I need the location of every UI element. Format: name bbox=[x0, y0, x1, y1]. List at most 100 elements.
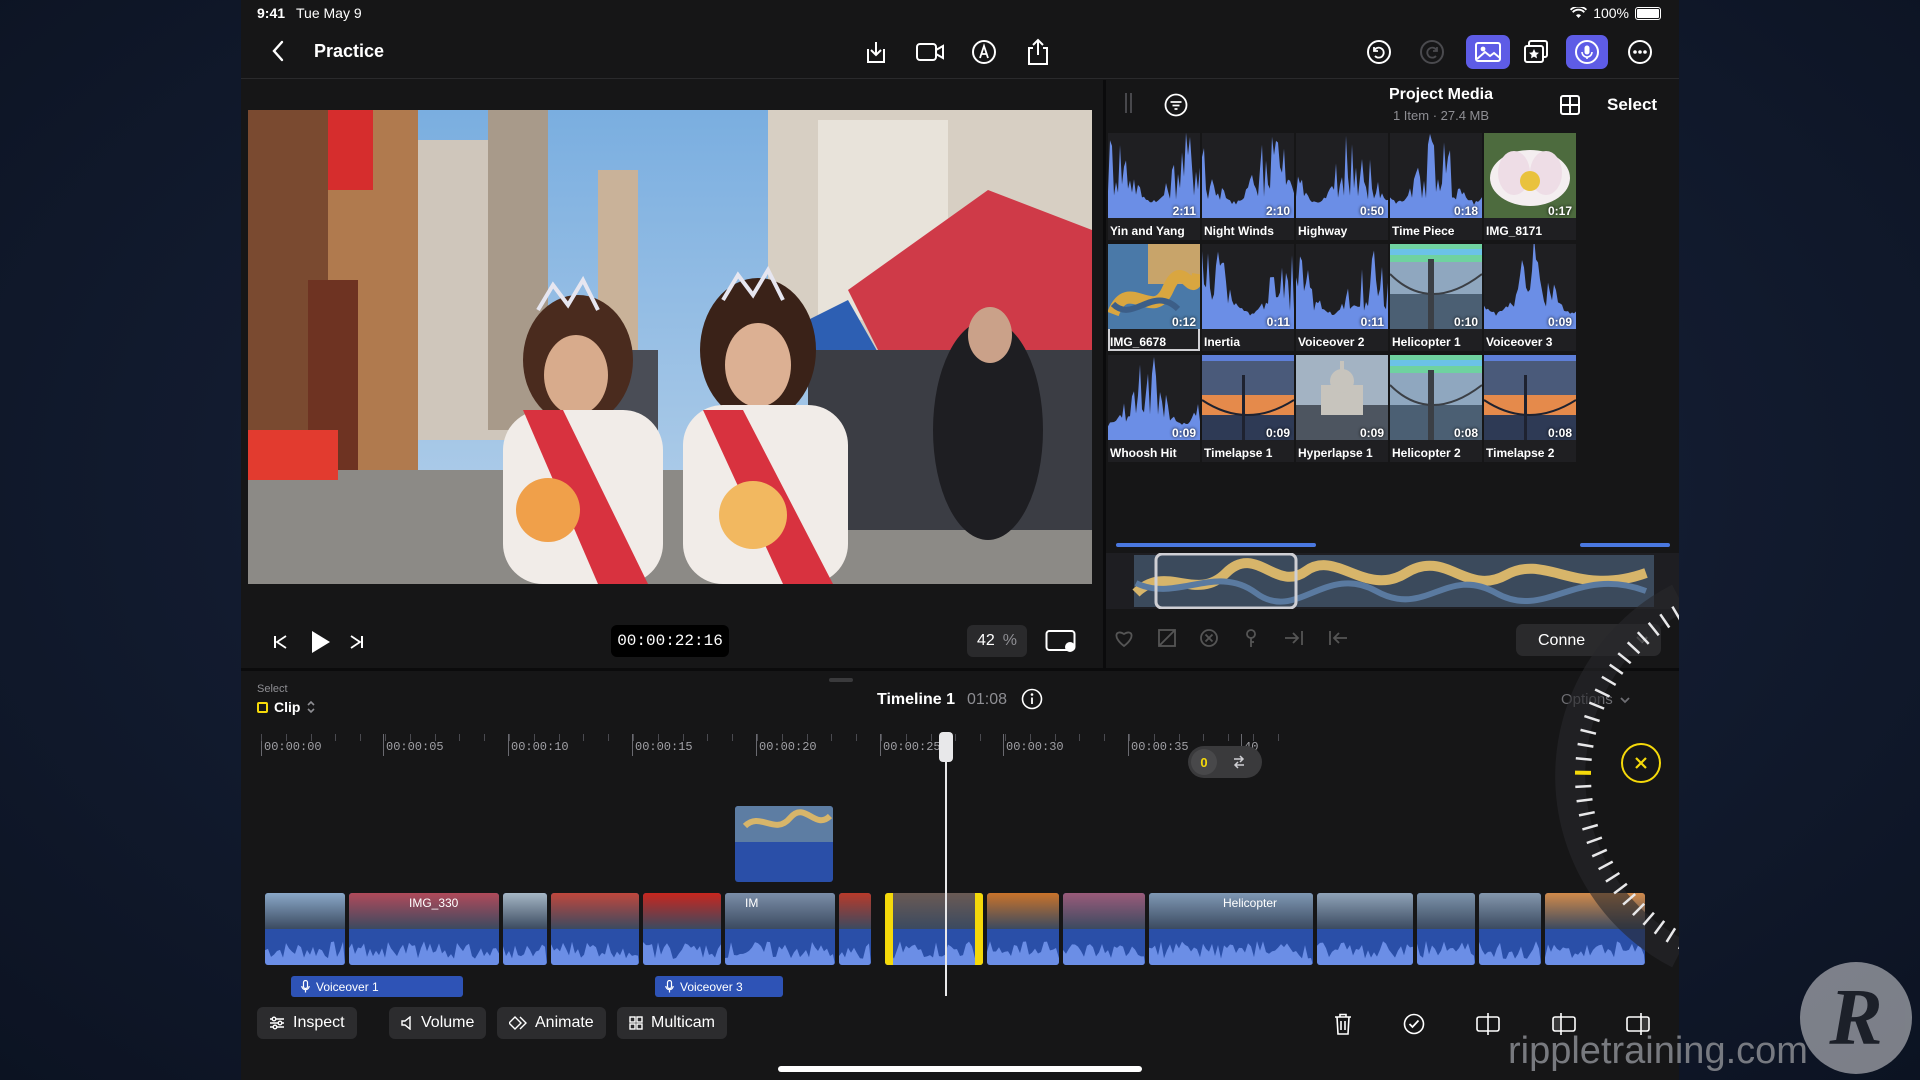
animate-button[interactable]: Animate bbox=[497, 1007, 606, 1039]
timeline-clip[interactable] bbox=[643, 893, 721, 965]
timeline-ruler[interactable]: 00:00:00 00:00:05 00:00:10 00:00:15 00:00:20… bbox=[241, 0, 1679, 756]
zoom-control[interactable]: 42 % bbox=[967, 625, 1027, 657]
media-item[interactable]: 0:09 Whoosh Hit bbox=[1108, 355, 1200, 462]
media-item[interactable]: 0:12 IMG_6678 bbox=[1108, 244, 1200, 351]
timeline-clip[interactable] bbox=[265, 893, 345, 965]
multicam-button[interactable]: Multicam bbox=[617, 1007, 728, 1039]
playhead-handle[interactable] bbox=[939, 732, 953, 762]
keyword-icon[interactable] bbox=[1241, 628, 1261, 648]
volume-button[interactable]: Volume bbox=[389, 1007, 487, 1039]
ruler-minor-tick bbox=[657, 734, 659, 741]
split-button[interactable] bbox=[1473, 1009, 1503, 1039]
content-library-button[interactable] bbox=[1521, 37, 1551, 67]
go-to-end-button[interactable] bbox=[342, 627, 372, 657]
timeline-clip[interactable]: IM bbox=[725, 893, 835, 965]
reject-icon[interactable] bbox=[1157, 628, 1177, 648]
browser-actions bbox=[1113, 628, 1349, 648]
timeline-clip[interactable]: Helicopter bbox=[1149, 893, 1313, 965]
ruler-minor-tick bbox=[1153, 734, 1155, 741]
clip-waveform bbox=[1417, 941, 1475, 965]
select-button[interactable]: Select bbox=[1607, 95, 1657, 115]
timeline-clip[interactable]: IMG_330 bbox=[349, 893, 499, 965]
trim-handle-left[interactable] bbox=[885, 893, 893, 965]
timeline-clip[interactable] bbox=[987, 893, 1059, 965]
media-item[interactable]: 0:09 Timelapse 1 bbox=[1202, 355, 1294, 462]
timeline-grabber[interactable] bbox=[829, 678, 853, 682]
clip-mode-picker[interactable]: Clip bbox=[257, 699, 316, 715]
media-item-name: Whoosh Hit bbox=[1110, 446, 1177, 460]
media-item-name: Voiceover 3 bbox=[1486, 335, 1553, 349]
voiceover-3-clip[interactable]: Voiceover 3 bbox=[655, 976, 783, 997]
speaker-icon bbox=[401, 1016, 411, 1030]
media-item[interactable]: 0:09 Hyperlapse 1 bbox=[1296, 355, 1388, 462]
ruler-minor-tick bbox=[1129, 734, 1130, 741]
media-item[interactable]: 0:08 Timelapse 2 bbox=[1484, 355, 1576, 462]
done-button[interactable] bbox=[1399, 1009, 1429, 1039]
insert-icon[interactable] bbox=[1327, 628, 1349, 648]
connected-clip-thumbnail bbox=[735, 806, 833, 842]
media-item[interactable]: 2:11 Yin and Yang bbox=[1108, 133, 1200, 240]
media-item[interactable]: 0:18 Time Piece bbox=[1390, 133, 1482, 240]
redo-icon bbox=[1420, 40, 1444, 64]
ruler-minor-tick bbox=[1029, 734, 1031, 741]
filter-button[interactable] bbox=[1161, 90, 1191, 120]
media-item[interactable]: 0:11 Inertia bbox=[1202, 244, 1294, 351]
grid-icon bbox=[1560, 95, 1580, 115]
heart-icon[interactable] bbox=[1113, 628, 1135, 648]
keyframe-icon bbox=[509, 1016, 527, 1030]
redo-button[interactable] bbox=[1417, 37, 1447, 67]
go-to-start-button[interactable] bbox=[265, 627, 295, 657]
media-item-name: Timelapse 1 bbox=[1204, 446, 1273, 460]
media-item[interactable]: 0:09 Voiceover 3 bbox=[1484, 244, 1576, 351]
clip-thumbnail bbox=[885, 893, 983, 929]
timeline-clip[interactable] bbox=[1317, 893, 1413, 965]
ruler-minor-tick bbox=[409, 734, 411, 741]
inspector-toggle-button[interactable] bbox=[1566, 35, 1608, 69]
timeline-clip[interactable] bbox=[503, 893, 547, 965]
grid-view-button[interactable] bbox=[1555, 90, 1585, 120]
voiceover-1-clip[interactable]: Voiceover 1 bbox=[291, 976, 463, 997]
delete-button[interactable] bbox=[1328, 1009, 1358, 1039]
more-button[interactable] bbox=[1625, 37, 1655, 67]
connected-clip[interactable] bbox=[735, 806, 833, 882]
timeline-divider[interactable] bbox=[241, 668, 1679, 671]
drag-handle-icon[interactable] bbox=[1125, 93, 1133, 115]
camera-button[interactable] bbox=[915, 37, 945, 67]
share-button[interactable] bbox=[1023, 37, 1053, 67]
ipad-screen: 9:41 Tue May 9 100% Practice 00:00:22:16… bbox=[241, 0, 1679, 1080]
jog-wheel[interactable] bbox=[1541, 578, 1679, 968]
clear-rating-icon[interactable] bbox=[1199, 628, 1219, 648]
play-button[interactable] bbox=[303, 625, 337, 659]
markup-button[interactable] bbox=[969, 37, 999, 67]
timeline-clip[interactable] bbox=[1479, 893, 1541, 965]
media-item[interactable]: 0:11 Voiceover 2 bbox=[1296, 244, 1388, 351]
inspect-button[interactable]: Inspect bbox=[257, 1007, 357, 1039]
timeline-clip[interactable] bbox=[839, 893, 871, 965]
video-viewer[interactable] bbox=[248, 110, 1092, 584]
back-button[interactable] bbox=[263, 36, 293, 66]
ruler-minor-tick bbox=[905, 734, 907, 741]
chevron-left-icon bbox=[272, 40, 284, 62]
ruler-minor-tick bbox=[633, 734, 634, 741]
media-item[interactable]: 0:10 Helicopter 1 bbox=[1390, 244, 1482, 351]
media-item[interactable]: 0:08 Helicopter 2 bbox=[1390, 355, 1482, 462]
clip-waveform bbox=[1063, 944, 1145, 965]
undo-button[interactable] bbox=[1364, 37, 1394, 67]
status-time: 9:41 bbox=[257, 5, 286, 21]
timeline-toggle[interactable]: 0 bbox=[1188, 746, 1262, 778]
selected-clip[interactable] bbox=[885, 893, 983, 965]
timeline-clip[interactable] bbox=[1417, 893, 1475, 965]
timecode-display[interactable]: 00:00:22:16 bbox=[611, 625, 729, 657]
media-item[interactable]: 2:10 Night Winds bbox=[1202, 133, 1294, 240]
timeline-info-button[interactable] bbox=[1017, 684, 1047, 714]
append-icon[interactable] bbox=[1283, 628, 1305, 648]
media-item[interactable]: 0:50 Highway bbox=[1296, 133, 1388, 240]
timeline-clip[interactable] bbox=[1063, 893, 1145, 965]
media-browser-button[interactable] bbox=[1466, 35, 1510, 69]
import-button[interactable] bbox=[861, 37, 891, 67]
viewer-options-button[interactable] bbox=[1043, 625, 1079, 657]
trim-handle-right[interactable] bbox=[975, 893, 983, 965]
timeline-clip[interactable] bbox=[551, 893, 639, 965]
media-item[interactable]: 0:17 IMG_8171 bbox=[1484, 133, 1576, 240]
voiceover-3-label: Voiceover 3 bbox=[680, 979, 743, 994]
